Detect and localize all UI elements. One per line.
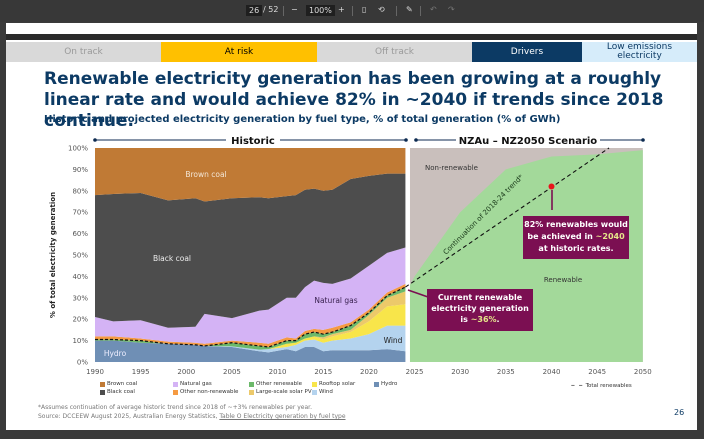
x-tick-label: 2000 [177, 368, 195, 376]
x-tick-label: 2045 [588, 368, 606, 376]
y-tick-label: 30% [72, 294, 88, 302]
legend-label: Total renewables [585, 383, 632, 389]
legend-item: Brown coal [100, 381, 137, 387]
label-natural-gas: Natural gas [314, 296, 357, 305]
y-tick-label: 80% [72, 187, 88, 195]
legend-label: Black coal [107, 389, 135, 395]
historic-label: Historic [231, 136, 275, 147]
bracket-dot [93, 138, 97, 142]
legend-total-renewables: ‒ ‒ Total renewables [571, 383, 632, 389]
legend-label: Natural gas [180, 381, 212, 387]
x-tick-label: 2010 [269, 368, 287, 376]
footnote: *Assumes continuation of average histori… [38, 404, 312, 411]
legend-label: Brown coal [107, 381, 138, 387]
legend-item: Wind [312, 389, 333, 395]
y-tick-label: 0% [77, 359, 88, 367]
x-tick-label: 2050 [634, 368, 652, 376]
y-tick-label: 70% [72, 209, 88, 217]
legend-label: Large-scale solar PV [256, 389, 312, 395]
legend-swatch [100, 389, 105, 395]
bracket-dot [404, 138, 408, 142]
y-tick-label: 60% [72, 230, 88, 238]
label-black-coal: Black coal [153, 254, 191, 263]
y-tick-label: 90% [72, 166, 88, 174]
legend-swatch [173, 381, 178, 387]
x-tick-label: 2025 [406, 368, 424, 376]
legend-item: Rooftop solar [312, 381, 355, 387]
source-text: Source: DCCEEW August 2025, Australian E… [38, 413, 220, 420]
callout-text: at historic rates. [538, 244, 614, 253]
callout-value: ~2040 [595, 232, 625, 241]
legend-swatch [173, 389, 178, 395]
x-tick-label: 2030 [451, 368, 469, 376]
legend-swatch [100, 381, 105, 387]
x-tick-label: 2005 [223, 368, 241, 376]
y-tick-label: 20% [72, 316, 88, 324]
bracket-dot [641, 138, 645, 142]
label-wind: Wind [384, 336, 403, 345]
legend-item: Natural gas [173, 381, 212, 387]
label-brown-coal: Brown coal [185, 170, 226, 179]
legend-item: Other renewable [249, 381, 302, 387]
x-tick-label: 2040 [543, 368, 561, 376]
scenario-label: NZAu – NZ2050 Scenario [459, 136, 598, 147]
y-tick-label: 50% [72, 252, 88, 260]
legend-label: Other renewable [256, 381, 303, 387]
dashed-line-icon: ‒ ‒ [571, 383, 584, 389]
legend-swatch [374, 381, 379, 387]
legend-item: Black coal [100, 389, 135, 395]
legend-swatch [249, 389, 254, 395]
legend-swatch [312, 389, 317, 395]
bracket-dot [414, 138, 418, 142]
label-non-renewable: Non-renewable [425, 164, 478, 172]
legend-item: Hydro [374, 381, 397, 387]
legend-swatch [249, 381, 254, 387]
callout-value: ~36% [470, 315, 497, 324]
y-tick-label: 10% [72, 337, 88, 345]
label-renewable: Renewable [544, 276, 582, 284]
label-hydro: Hydro [104, 349, 127, 358]
legend-item: Large-scale solar PV [249, 389, 312, 395]
callout-82-percent: 82% renewables would be achieved in ~204… [523, 216, 629, 259]
legend-item: Other non-renewable [173, 389, 238, 395]
legend-label: Other non-renewable [180, 389, 239, 395]
y-axis-label: % of total electricity generation [49, 192, 57, 318]
y-tick-label: 100% [68, 145, 88, 153]
x-tick-label: 1990 [86, 368, 104, 376]
trend-point-2040 [548, 183, 555, 190]
source-line: Source: DCCEEW August 2025, Australian E… [38, 413, 346, 420]
x-tick-label: 2035 [497, 368, 515, 376]
x-tick-label: 2020 [360, 368, 378, 376]
x-tick-label: 2015 [314, 368, 332, 376]
page-number: 26 [674, 408, 685, 417]
legend-label: Rooftop solar [319, 381, 356, 387]
y-tick-label: 40% [72, 273, 88, 281]
source-link[interactable]: Table O Electricity generation by fuel t… [219, 413, 345, 420]
legend-label: Wind [319, 389, 333, 395]
legend-swatch [312, 381, 317, 387]
callout-current-renewables: Current renewable electricity generation… [427, 289, 533, 331]
x-tick-label: 1995 [132, 368, 150, 376]
callout-text: . [496, 315, 500, 324]
legend-label: Hydro [381, 381, 398, 387]
